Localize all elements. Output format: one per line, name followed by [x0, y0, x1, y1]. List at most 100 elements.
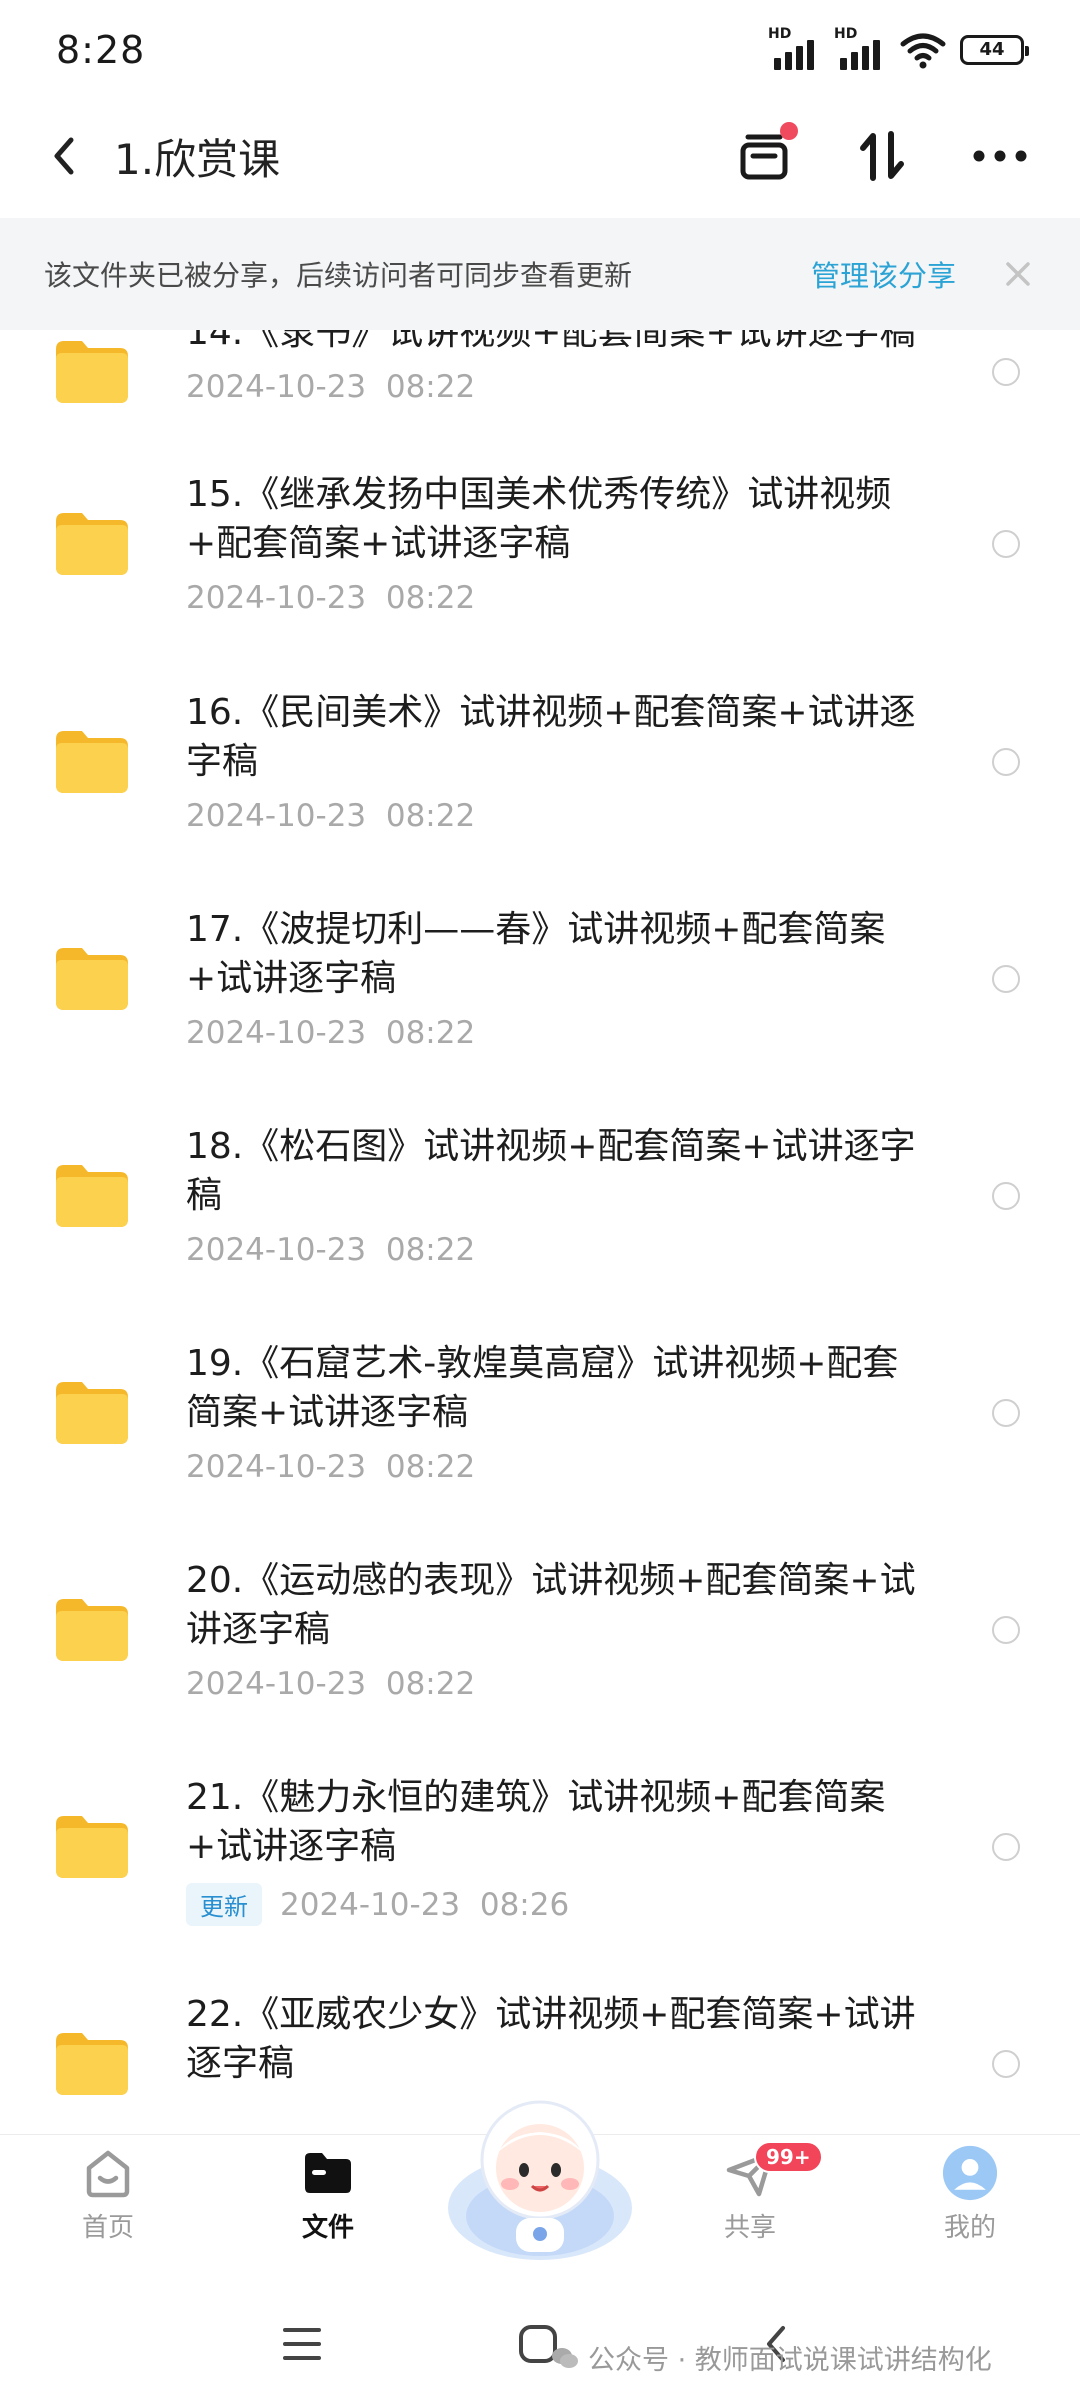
title-actions — [736, 122, 1028, 184]
file-list-item[interactable]: 18.《松石图》试讲视频+配套简案+试讲逐字稿 2024-10-23 08:22 — [0, 1094, 1080, 1311]
folder-tab-icon — [300, 2145, 356, 2201]
file-name: 21.《魅力永恒的建筑》试讲视频+配套简案 +试讲逐字稿 — [186, 1773, 926, 1871]
file-list-item[interactable]: 17.《波提切利——春》试讲视频+配套简案 +试讲逐字稿 2024-10-23 08… — [0, 877, 1080, 1094]
file-meta: 2024-10-23 08:22 — [186, 1449, 475, 1485]
file-date: 2024-10-23 08:22 — [186, 1232, 476, 1268]
manage-share-link[interactable]: 管理该分享 — [811, 253, 956, 295]
title-bar: 1.欣赏课 — [0, 100, 1080, 212]
select-checkbox[interactable] — [992, 1833, 1020, 1861]
file-list-item[interactable]: 15.《继承发扬中国美术优秀传统》试讲视频 +配套简案+试讲逐字稿 2024-10-… — [0, 442, 1080, 659]
file-list-item[interactable]: 20.《运动感的表现》试讲视频+配套简案+试 讲逐字稿 2024-10-23 08:… — [0, 1528, 1080, 1745]
select-checkbox[interactable] — [992, 748, 1020, 776]
file-name-line: +配套简案+试讲逐字稿 — [186, 523, 571, 564]
select-checkbox[interactable] — [992, 1399, 1020, 1427]
file-date: 2024-10-23 08:22 — [186, 1449, 476, 1485]
file-name-line: 18.《松石图》试讲视频+配套简案+试讲逐字 — [186, 1126, 916, 1167]
tab-files[interactable]: 文件 — [258, 2135, 398, 2275]
wifi-icon — [900, 33, 946, 69]
select-checkbox[interactable] — [992, 530, 1020, 558]
transfer-list-button[interactable] — [736, 122, 798, 184]
notification-dot — [780, 122, 798, 140]
watermark: 公众号 · 教师面试说课试讲结构化 — [550, 2338, 992, 2377]
file-list: 14.《隶书》试讲视频+配套简案+试讲逐字稿 2024-10-23 08:22 15… — [0, 330, 1080, 2130]
share-banner: 该文件夹已被分享，后续访问者可同步查看更新 管理该分享 — [0, 218, 1080, 330]
file-meta: 2024-10-23 08:22 — [186, 1232, 475, 1268]
close-icon — [1006, 262, 1030, 286]
file-name-line: 稿 — [186, 1175, 223, 1216]
file-name: 14.《隶书》试讲视频+配套简案+试讲逐字稿 — [186, 330, 926, 357]
avatar — [942, 2145, 998, 2201]
file-date: 2024-10-23 08:22 — [186, 1666, 476, 1702]
file-name-line: 16.《民间美术》试讲视频+配套简案+试讲逐 — [186, 692, 916, 733]
file-list-item[interactable]: 21.《魅力永恒的建筑》试讲视频+配套简案 +试讲逐字稿更新 2024-10-23 … — [0, 1745, 1080, 1962]
file-list-item[interactable]: 16.《民间美术》试讲视频+配套简案+试讲逐 字稿 2024-10-23 08:22 — [0, 660, 1080, 877]
file-name-line: 讲逐字稿 — [186, 1609, 331, 1650]
select-checkbox[interactable] — [992, 358, 1020, 386]
more-dots-icon — [973, 150, 1027, 162]
back-arrow-icon[interactable] — [40, 132, 88, 180]
battery-icon: 44 — [960, 35, 1029, 65]
close-banner-button[interactable] — [1000, 256, 1036, 292]
file-name: 22.《亚威农少女》试讲视频+配套简案+试讲 逐字稿 — [186, 1990, 926, 2088]
select-checkbox[interactable] — [992, 1182, 1020, 1210]
paper-plane-icon: 99+ — [722, 2141, 823, 2201]
file-meta: 2024-10-23 08:22 — [186, 798, 475, 834]
file-name-line: 22.《亚威农少女》试讲视频+配套简案+试讲 — [186, 1994, 916, 2035]
folder-icon — [56, 1382, 128, 1444]
select-checkbox[interactable] — [992, 2050, 1020, 2078]
file-name-line: +试讲逐字稿 — [186, 958, 397, 999]
menu-nav-button[interactable] — [272, 2314, 332, 2374]
file-name-line: 简案+试讲逐字稿 — [186, 1392, 469, 1433]
file-name-line: 17.《波提切利——春》试讲视频+配套简案 — [186, 909, 886, 950]
mascot-assistant-button[interactable] — [440, 2090, 640, 2270]
share-notice-text: 该文件夹已被分享，后续访问者可同步查看更新 — [44, 259, 633, 292]
file-name-line: 字稿 — [186, 741, 259, 782]
tab-share[interactable]: 99+ 共享 — [680, 2135, 823, 2275]
file-date: 2024-10-23 08:22 — [186, 798, 476, 834]
file-name-line: 14.《隶书》试讲视频+配套简案+试讲逐字稿 — [186, 330, 916, 353]
file-name-line: 15.《继承发扬中国美术优秀传统》试讲视频 — [186, 474, 892, 515]
sort-button[interactable] — [854, 128, 910, 184]
folder-icon — [56, 948, 128, 1010]
status-bar: 8:28 HD HD 44 — [0, 0, 1080, 100]
share-count-badge: 99+ — [754, 2141, 823, 2173]
sort-icon — [860, 131, 904, 181]
file-name: 19.《石窟艺术-敦煌莫高窟》试讲视频+配套 简案+试讲逐字稿 — [186, 1339, 926, 1437]
file-name: 20.《运动感的表现》试讲视频+配套简案+试 讲逐字稿 — [186, 1556, 926, 1654]
file-meta: 2024-10-23 08:22 — [186, 1666, 475, 1702]
file-list-item[interactable]: 19.《石窟艺术-敦煌莫高窟》试讲视频+配套 简案+试讲逐字稿 2024-10-23… — [0, 1311, 1080, 1528]
signal-icon-2: HD — [834, 26, 886, 70]
file-meta: 2024-10-23 08:22 — [186, 1015, 475, 1051]
folder-icon — [56, 731, 128, 793]
select-checkbox[interactable] — [992, 965, 1020, 993]
file-name-line: +试讲逐字稿 — [186, 1826, 397, 1867]
wechat-icon — [552, 2347, 578, 2368]
status-icons: HD HD 44 — [768, 26, 1029, 70]
file-name-line: 19.《石窟艺术-敦煌莫高窟》试讲视频+配套 — [186, 1343, 899, 1384]
file-date: 2024-10-23 08:22 — [186, 369, 476, 405]
file-date: 2024-10-23 08:22 — [186, 1015, 476, 1051]
more-button[interactable] — [972, 128, 1028, 184]
file-name: 17.《波提切利——春》试讲视频+配套简案 +试讲逐字稿 — [186, 905, 926, 1003]
file-name-line: 20.《运动感的表现》试讲视频+配套简案+试 — [186, 1560, 916, 1601]
folder-icon — [56, 513, 128, 575]
menu-icon — [283, 2328, 321, 2360]
folder-icon — [56, 341, 128, 403]
folder-icon — [56, 2033, 128, 2095]
file-meta: 2024-10-23 08:22 — [186, 369, 475, 405]
file-meta: 2024-10-23 08:22 — [186, 580, 475, 616]
folder-icon — [56, 1816, 128, 1878]
page-title: 1.欣赏课 — [114, 134, 281, 184]
home-icon — [80, 2145, 136, 2201]
tab-mine[interactable]: 我的 — [900, 2135, 1040, 2275]
file-name-line: 逐字稿 — [186, 2043, 295, 2084]
signal-icon: HD — [768, 26, 820, 70]
select-checkbox[interactable] — [992, 1616, 1020, 1644]
file-meta: 更新 2024-10-23 08:26 — [186, 1883, 569, 1926]
file-name: 16.《民间美术》试讲视频+配套简案+试讲逐 字稿 — [186, 688, 926, 786]
file-date: 2024-10-23 08:26 — [280, 1886, 570, 1923]
tab-home[interactable]: 首页 — [38, 2135, 178, 2275]
file-name-line: 21.《魅力永恒的建筑》试讲视频+配套简案 — [186, 1777, 886, 1818]
file-name: 18.《松石图》试讲视频+配套简案+试讲逐字稿 — [186, 1122, 926, 1220]
folder-icon — [56, 1165, 128, 1227]
